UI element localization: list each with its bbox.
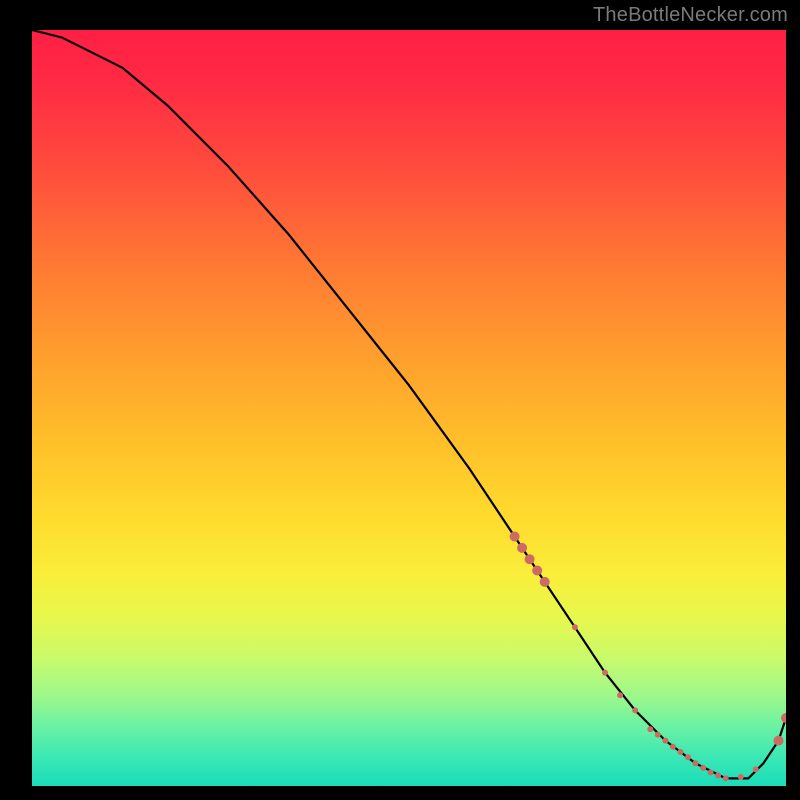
attribution-label: TheBottleNecker.com [593, 4, 788, 27]
bottleneck-curve-line [32, 30, 786, 778]
marker-point [753, 766, 759, 772]
marker-point [685, 754, 691, 760]
marker-point [647, 726, 653, 732]
curve-svg [32, 30, 786, 786]
marker-point [670, 744, 676, 750]
marker-point [532, 566, 542, 576]
marker-point [510, 532, 520, 542]
marker-point [525, 554, 535, 564]
marker-point [677, 749, 683, 755]
marker-point [632, 707, 638, 713]
marker-group [510, 532, 786, 782]
marker-point [693, 760, 699, 766]
marker-point [715, 772, 721, 778]
marker-point [517, 543, 527, 553]
marker-point [662, 738, 668, 744]
plot-area [32, 30, 786, 786]
marker-point [617, 692, 623, 698]
marker-point [655, 732, 661, 738]
marker-point [602, 670, 608, 676]
chart-container: TheBottleNecker.com [0, 0, 800, 800]
marker-point [540, 577, 550, 587]
marker-point [572, 624, 578, 630]
bottleneck-curve-path [32, 30, 786, 778]
marker-point [723, 775, 729, 781]
marker-point [774, 736, 784, 746]
marker-point [708, 769, 714, 775]
marker-point [781, 713, 786, 723]
marker-point [700, 765, 706, 771]
marker-point [738, 774, 744, 780]
